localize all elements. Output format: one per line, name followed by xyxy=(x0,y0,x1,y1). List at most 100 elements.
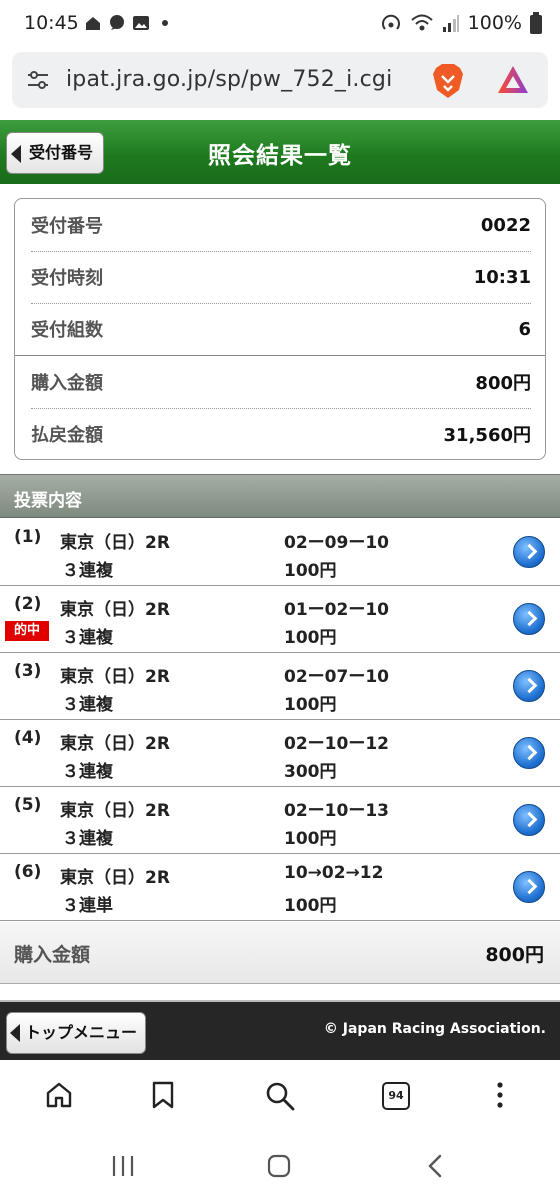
total-purchase: 購入金額 800円 xyxy=(0,922,560,984)
bet-amount: 100円 xyxy=(284,829,337,849)
top-menu-label: トップメニュー xyxy=(25,1023,138,1042)
total-value: 800円 xyxy=(485,944,544,966)
bet-combination: 01ー02ー10 xyxy=(284,600,389,620)
bet-amount: 300円 xyxy=(284,762,337,782)
bet-number: (6) xyxy=(14,862,42,882)
bet-amount: 100円 xyxy=(284,628,337,648)
battery-percent: 100% xyxy=(467,12,522,34)
summary-label: 受付番号 xyxy=(31,216,103,237)
tab-count-button[interactable]: 94 xyxy=(382,1082,410,1110)
bookmark-icon[interactable] xyxy=(150,1080,176,1110)
app-header: 受付番号 照会結果一覧 xyxy=(0,120,560,184)
bet-row[interactable]: (3) 東京（日）2R ３連複 02ー07ー10 100円 xyxy=(0,653,560,720)
summary-label: 受付時刻 xyxy=(31,268,103,289)
home-notification-icon xyxy=(86,17,100,30)
summary-value: 0022 xyxy=(480,214,531,236)
detail-arrow-icon[interactable] xyxy=(513,536,545,568)
site-settings-icon[interactable] xyxy=(26,69,50,91)
home-nav-icon[interactable] xyxy=(266,1153,292,1179)
summary-label: 受付組数 xyxy=(31,320,103,341)
detail-arrow-icon[interactable] xyxy=(513,737,545,769)
bet-amount: 100円 xyxy=(284,695,337,715)
summary-label: 購入金額 xyxy=(31,373,103,394)
url-text[interactable]: ipat.jra.go.jp/sp/pw_752_i.cgi xyxy=(66,67,392,92)
android-nav-bar xyxy=(0,1134,560,1200)
top-menu-button[interactable]: トップメニュー xyxy=(6,1012,147,1054)
bet-combination: 02ー09ー10 xyxy=(284,533,389,553)
signal-icon xyxy=(442,15,459,32)
status-bar: 10:45 100% xyxy=(0,0,560,50)
bet-row[interactable]: (4) 東京（日）2R ３連複 02ー10ー12 300円 xyxy=(0,720,560,787)
summary-card: 受付番号 0022 受付時刻 10:31 受付組数 6 購入金額 800円 払戻… xyxy=(14,198,546,460)
bet-race: 東京（日）2R xyxy=(60,667,170,687)
bet-row[interactable]: (5) 東京（日）2R ３連複 02ー10ー13 100円 xyxy=(0,787,560,854)
status-right: 100% xyxy=(380,12,542,34)
chat-notification-icon xyxy=(110,15,124,30)
page-title: 照会結果一覧 xyxy=(208,143,352,169)
bet-row[interactable]: (1) 東京（日）2R ３連複 02ー09ー10 100円 xyxy=(0,519,560,586)
summary-row-set-count: 受付組数 6 xyxy=(31,303,531,355)
bet-type: ３連複 xyxy=(62,829,113,849)
bet-type: ３連複 xyxy=(62,695,113,715)
bet-number: (1) xyxy=(14,527,42,547)
summary-value: 31,560円 xyxy=(443,425,531,446)
section-title: 投票内容 xyxy=(14,491,82,511)
search-icon[interactable] xyxy=(264,1080,296,1112)
summary-row-receipt-time: 受付時刻 10:31 xyxy=(31,251,531,303)
url-bar[interactable]: ipat.jra.go.jp/sp/pw_752_i.cgi xyxy=(12,52,548,108)
bet-combination: 02ー10ー12 xyxy=(284,734,389,754)
back-arrow-icon xyxy=(10,1024,20,1042)
bet-type: ３連複 xyxy=(62,762,113,782)
summary-row-payout-amount: 払戻金額 31,560円 xyxy=(31,408,531,459)
bet-number: (2) xyxy=(14,594,42,614)
detail-arrow-icon[interactable] xyxy=(513,670,545,702)
brave-rewards-icon[interactable] xyxy=(496,64,530,96)
bet-type: ３連複 xyxy=(62,628,113,648)
image-notification-icon xyxy=(133,16,149,30)
hotspot-icon xyxy=(381,14,400,30)
bet-combination: 02ー10ー13 xyxy=(284,801,389,821)
dot-icon xyxy=(162,20,168,26)
bet-row[interactable]: (2) 的中 東京（日）2R ３連複 01ー02ー10 100円 xyxy=(0,586,560,653)
notification-icons xyxy=(84,14,174,32)
bets-list: (1) 東京（日）2R ３連複 02ー09ー10 100円 (2) 的中 東京（… xyxy=(0,519,560,921)
bet-number: (3) xyxy=(14,661,42,681)
detail-arrow-icon[interactable] xyxy=(513,804,545,836)
summary-value: 10:31 xyxy=(473,266,531,288)
bet-race: 東京（日）2R xyxy=(60,600,170,620)
bet-race: 東京（日）2R xyxy=(60,734,170,754)
brave-shield-icon[interactable] xyxy=(430,62,466,100)
copyright: © Japan Racing Association. xyxy=(323,1021,546,1037)
wifi-icon xyxy=(411,14,433,31)
bet-row[interactable]: (6) 東京（日）2R ３連単 10→02→12 100円 xyxy=(0,854,560,921)
summary-value: 6 xyxy=(518,318,531,340)
bet-race: 東京（日）2R xyxy=(60,868,170,888)
footer: トップメニュー © Japan Racing Association. xyxy=(0,1000,560,1060)
bet-combination: 02ー07ー10 xyxy=(284,667,389,687)
bets-section-header: 投票内容 xyxy=(0,474,560,518)
detail-arrow-icon[interactable] xyxy=(513,603,545,635)
bet-type: ３連単 xyxy=(62,896,113,916)
more-menu-icon[interactable] xyxy=(494,1080,506,1110)
bet-number: (4) xyxy=(14,728,42,748)
status-time: 10:45 xyxy=(24,12,79,34)
detail-arrow-icon[interactable] xyxy=(513,871,545,903)
bet-combination: 10→02→12 xyxy=(284,863,384,883)
summary-row-receipt-number: 受付番号 0022 xyxy=(31,199,531,251)
bet-amount: 100円 xyxy=(284,561,337,581)
bet-type: ３連複 xyxy=(62,561,113,581)
battery-icon xyxy=(530,12,542,34)
summary-row-purchase-amount: 購入金額 800円 xyxy=(31,356,531,408)
bet-race: 東京（日）2R xyxy=(60,801,170,821)
summary-label: 払戻金額 xyxy=(31,425,103,446)
bet-number: (5) xyxy=(14,795,42,815)
summary-value: 800円 xyxy=(475,373,531,394)
home-icon[interactable] xyxy=(44,1080,74,1110)
bet-amount: 100円 xyxy=(284,896,337,916)
total-label: 購入金額 xyxy=(14,944,91,966)
back-nav-icon[interactable] xyxy=(426,1154,444,1178)
recent-apps-icon[interactable] xyxy=(110,1154,136,1178)
bet-race: 東京（日）2R xyxy=(60,533,170,553)
hit-badge: 的中 xyxy=(5,621,49,641)
browser-toolbar xyxy=(0,1062,560,1132)
